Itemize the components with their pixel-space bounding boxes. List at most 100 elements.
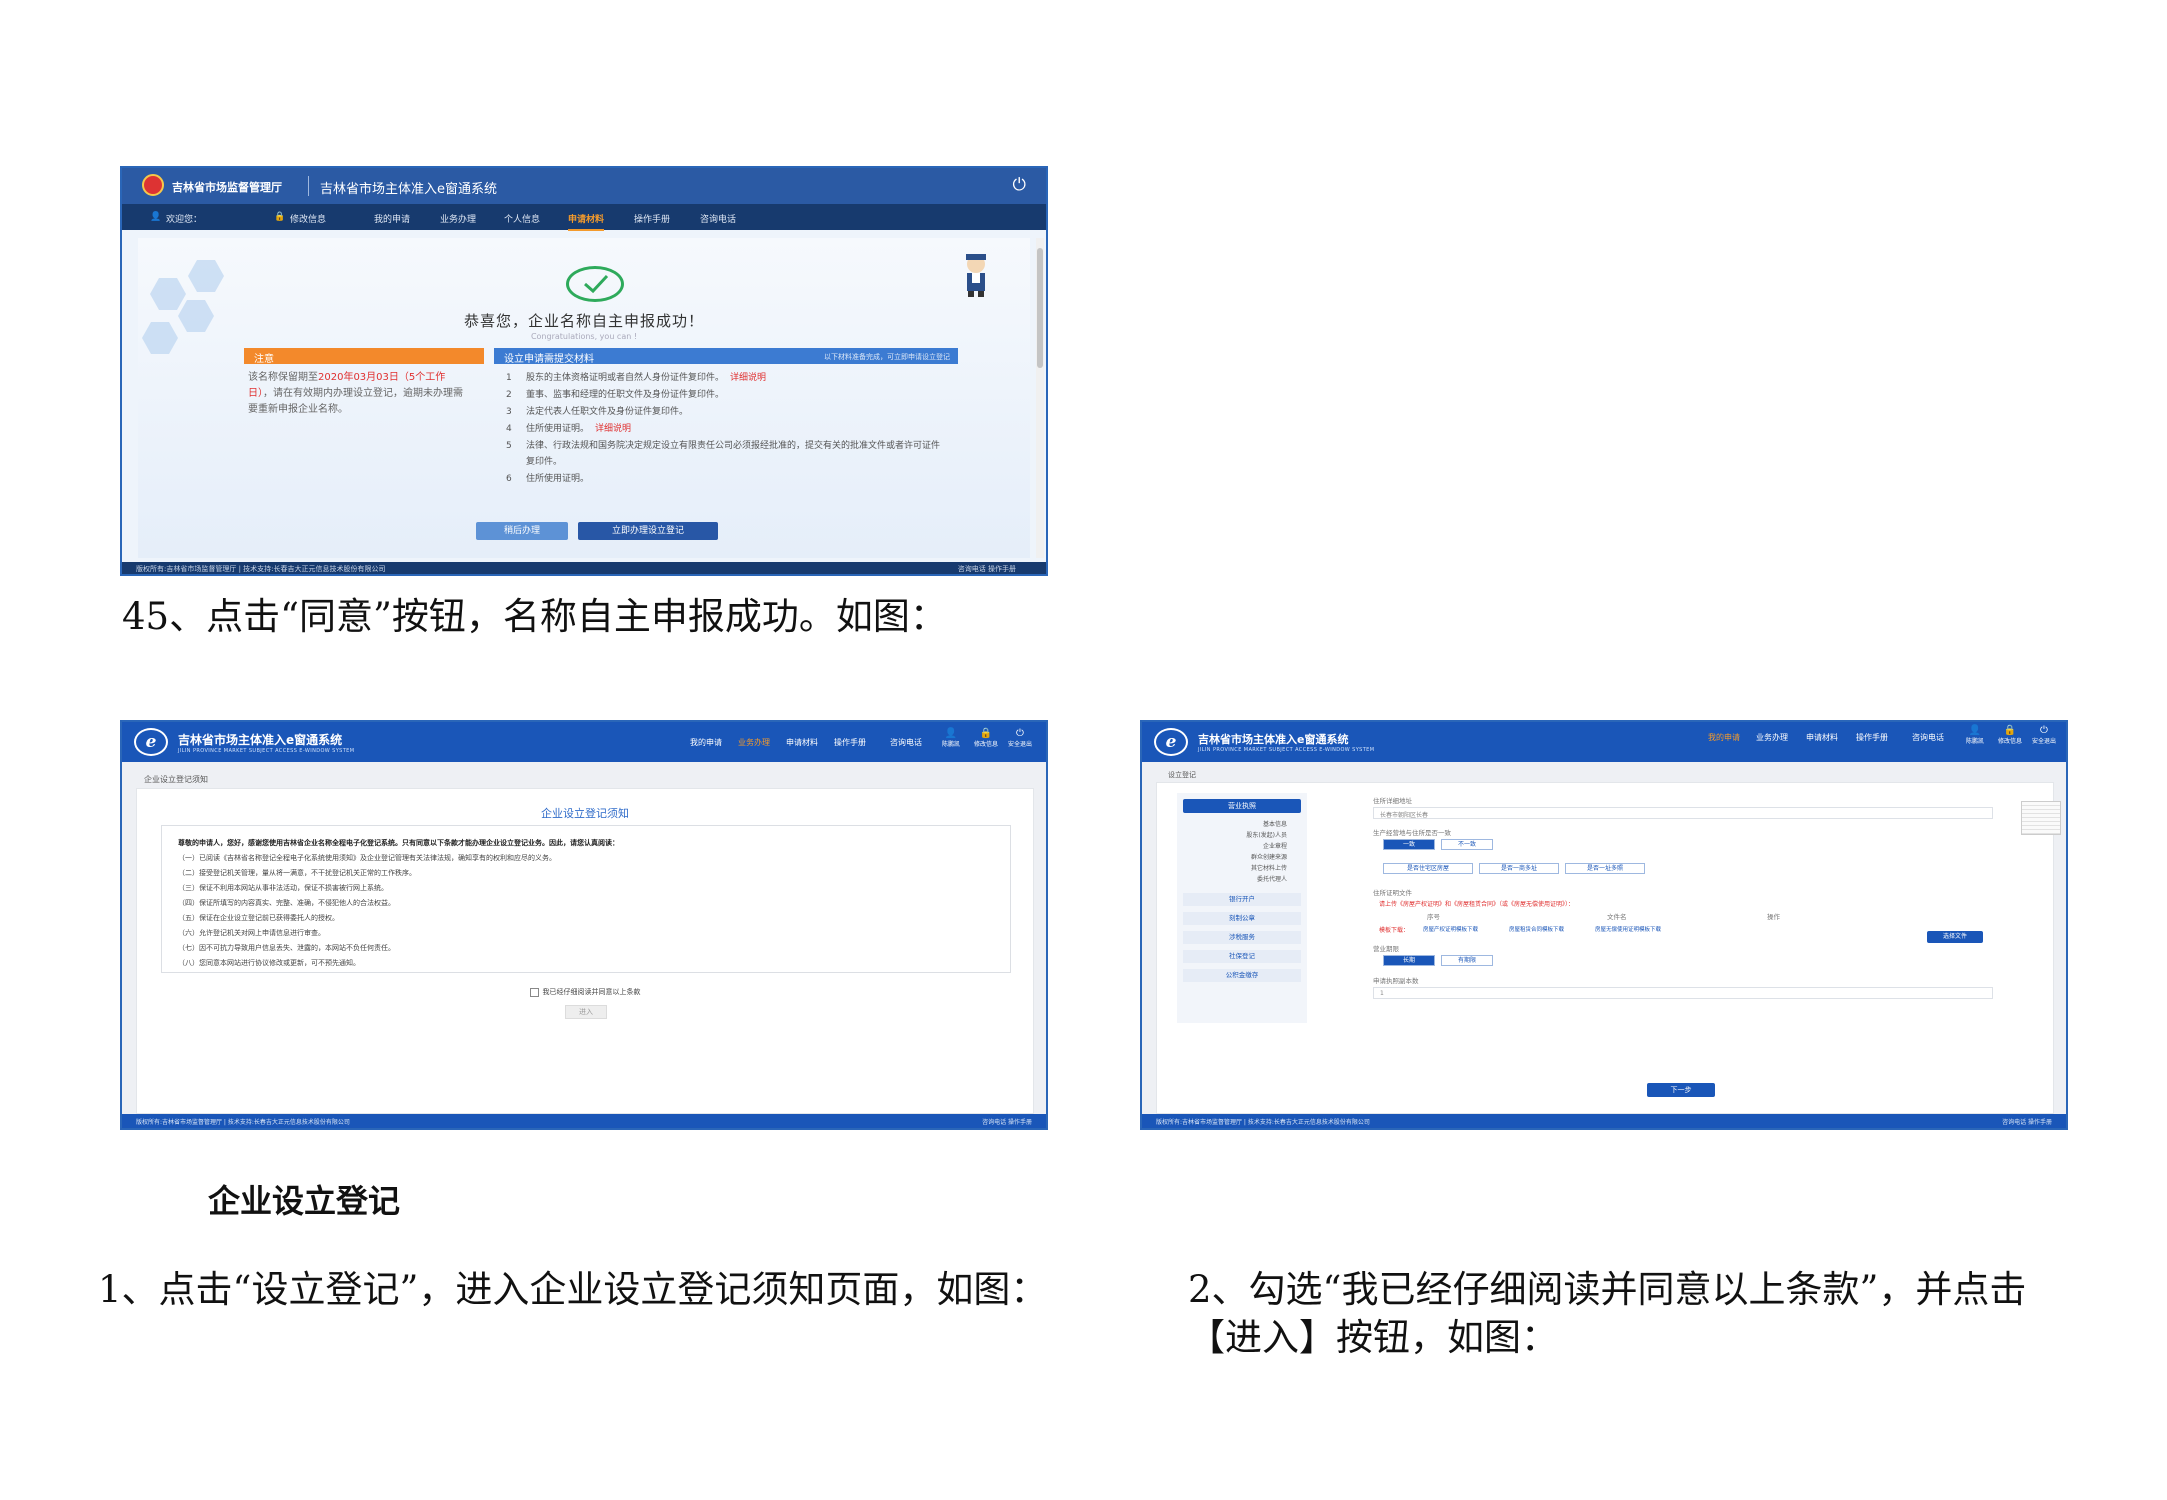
- nav-hotline[interactable]: 咨询电话: [890, 737, 922, 748]
- caption-step-2: 2、勾选“我已经仔细阅读并同意以上条款”，并点击【进入】按钮，如图：: [1188, 1268, 2027, 1359]
- footer-copyright: 版权所有:吉林省市场监督管理厅 | 技术支持:长春吉大正元信息技术股份有限公司: [136, 565, 386, 573]
- scrollbar-thumb[interactable]: [1037, 248, 1043, 368]
- label-same-address: 生产经营地与住所是否一致: [1373, 829, 1451, 837]
- agree-label[interactable]: 我已经仔细阅读并同意以上条款: [543, 988, 641, 996]
- nav-my-apps[interactable]: 我的申请: [374, 212, 410, 225]
- sidebar-sub-item[interactable]: 其它材料上传: [1251, 863, 1287, 872]
- sidebar-item-tax[interactable]: 涉税服务: [1183, 931, 1301, 944]
- header-bar: e 吉林省市场主体准入e窗通系统 JILIN PROVINCE MARKET S…: [122, 722, 1046, 762]
- agree-checkbox[interactable]: [529, 987, 539, 997]
- notice-header: 注意: [244, 348, 484, 365]
- term-item: （五）保证在企业设立登记前已获得委托人的授权。: [178, 914, 339, 922]
- next-button[interactable]: 下一步: [1647, 1083, 1715, 1097]
- enter-button[interactable]: 进入: [565, 1005, 607, 1019]
- notice-post: ，请在有效期内办理设立登记，逾期未办理需要重新申报企业名称。: [248, 388, 463, 415]
- item-text: 法律、行政法规和国务院决定规定设立有限责任公司必须报经批准的，提交有关的批准文件…: [526, 441, 941, 467]
- nav-hotline[interactable]: 咨询电话: [1912, 732, 1944, 743]
- register-now-button[interactable]: 立即办理设立登记: [578, 522, 718, 540]
- sidebar-sub-item[interactable]: 企业章程: [1263, 841, 1287, 850]
- system-subtitle: JILIN PROVINCE MARKET SUBJECT ACCESS E-W…: [1198, 747, 1375, 753]
- header-bar: 吉林省市场监督管理厅 吉林省市场主体准入e窗通系统 ⏻: [122, 168, 1046, 204]
- template-link[interactable]: 房屋无偿使用证明模板下载: [1595, 925, 1661, 933]
- mascot-icon: [958, 252, 994, 298]
- sidebar-sub-item[interactable]: 基本信息: [1263, 819, 1287, 828]
- user-label: 陈鹏凯: [1966, 738, 1985, 745]
- footer-links[interactable]: 咨询电话 操作手册: [982, 1117, 1032, 1126]
- term-item: （二）接受登记机关管理，量从将一满意，不干扰登记机关正常的工作秩序。: [178, 869, 416, 877]
- term-long-toggle[interactable]: 长期: [1383, 955, 1435, 966]
- logo-icon: e: [1154, 728, 1188, 756]
- user-button[interactable]: 👤 陈鹏凯: [1966, 725, 1984, 745]
- nav-edit-info[interactable]: 修改信息: [290, 212, 326, 225]
- edit-info-button[interactable]: 🔒 修改信息: [1998, 725, 2022, 745]
- multi-address-toggle[interactable]: 是否一商多址: [1479, 863, 1559, 874]
- header-bar: e 吉林省市场主体准入e窗通系统 JILIN PROVINCE MARKET S…: [1142, 722, 2066, 762]
- term-item: （七）因不可抗力导致用户信息丢失、泄露的，本网站不负任何责任。: [178, 944, 395, 952]
- same-yes-toggle[interactable]: 一致: [1383, 839, 1435, 850]
- user-button[interactable]: 👤 陈鹏凯: [942, 728, 960, 748]
- list-item: 1 股东的主体资格证明或者自然人身份证件复印件。 详细说明: [506, 370, 946, 386]
- nav-hotline[interactable]: 咨询电话: [700, 212, 736, 225]
- footer-links[interactable]: 咨询电话 操作手册: [958, 564, 1016, 574]
- sidebar-item-social[interactable]: 社保登记: [1183, 950, 1301, 963]
- item-text: 住所使用证明。: [526, 474, 590, 484]
- lock-icon: 🔒: [2003, 725, 2017, 736]
- term-item: （三）保证不利用本网站从事非法活动，保证不损害被行网上系统。: [178, 884, 388, 892]
- detail-link[interactable]: 详细说明: [730, 373, 766, 383]
- template-label: 模板下载：: [1379, 927, 1410, 934]
- nav-personal[interactable]: 个人信息: [504, 212, 540, 225]
- nav-business[interactable]: 业务办理: [738, 737, 770, 748]
- agree-row: 我已经仔细阅读并同意以上条款: [137, 987, 1033, 997]
- edit-info-button[interactable]: 🔒 修改信息: [974, 728, 998, 748]
- logout-button[interactable]: ⏻ 安全退出: [1008, 728, 1032, 748]
- screenshot-registration-form: e 吉林省市场主体准入e窗通系统 JILIN PROVINCE MARKET S…: [1140, 720, 2068, 1130]
- term-fixed-toggle[interactable]: 有期限: [1441, 955, 1493, 966]
- sidebar-sub-item[interactable]: 股东(发起)人员: [1246, 830, 1287, 839]
- col-header-seq: 序号: [1427, 913, 1440, 921]
- label-proof: 住所证明文件: [1373, 889, 1412, 897]
- nav-business[interactable]: 业务办理: [1756, 732, 1788, 743]
- later-button[interactable]: 稍后办理: [476, 522, 568, 540]
- breadcrumb: 设立登记: [1168, 771, 1196, 779]
- nav-business[interactable]: 业务办理: [440, 212, 476, 225]
- user-icon: 👤: [1968, 725, 1982, 736]
- step-sidebar: 营业执照 基本信息 股东(发起)人员 企业章程 群众创建来源 其它材料上传 委托…: [1177, 793, 1307, 1023]
- item-text: 法定代表人任职文件及身份证件复印件。: [526, 407, 689, 417]
- sidebar-item-bank[interactable]: 银行开户: [1183, 893, 1301, 906]
- terms-box: 尊敬的申请人，您好，感谢您使用吉林省企业名称全程电子化登记系统。只有同意以下条款…: [161, 825, 1011, 973]
- footer-links[interactable]: 咨询电话 操作手册: [2002, 1117, 2052, 1126]
- list-item: 4 住所使用证明。 详细说明: [506, 421, 946, 437]
- sidebar-item-license[interactable]: 营业执照: [1183, 799, 1301, 813]
- notice-body: 该名称保留期至2020年03月03日（5个工作日），请在有效期内办理设立登记，逾…: [248, 370, 464, 418]
- copies-field[interactable]: 1: [1373, 987, 1993, 999]
- power-icon[interactable]: ⏻: [1013, 175, 1026, 195]
- template-link[interactable]: 房屋租赁合同模板下载: [1509, 925, 1564, 933]
- multi-license-toggle[interactable]: 是否一址多照: [1565, 863, 1645, 874]
- national-emblem-icon: [142, 174, 164, 196]
- nav-manual[interactable]: 操作手册: [634, 212, 670, 225]
- sidebar-item-fund[interactable]: 公积金缴存: [1183, 969, 1301, 982]
- upload-button[interactable]: 选择文件: [1927, 931, 1983, 943]
- address-field[interactable]: 长春市朝阳区长春: [1373, 807, 1993, 819]
- user-icon: 👤: [150, 212, 162, 222]
- nav-my-apps[interactable]: 我的申请: [1708, 732, 1740, 743]
- footer-copyright: 版权所有:吉林省市场监督管理厅 | 技术支持:长春吉大正元信息技术股份有限公司: [136, 1119, 350, 1126]
- template-link[interactable]: 房屋产权证明模板下载: [1423, 925, 1478, 933]
- residential-toggle[interactable]: 是否住宅区房屋: [1383, 863, 1473, 874]
- nav-materials[interactable]: 申请材料: [1806, 732, 1838, 743]
- sidebar-sub-item[interactable]: 群众创建来源: [1251, 852, 1287, 861]
- caption-step-45: 45、点击“同意”按钮，名称自主申报成功。如图：: [122, 595, 947, 638]
- list-item: 6 住所使用证明。: [506, 471, 946, 487]
- nav-materials[interactable]: 申请材料: [568, 212, 605, 231]
- nav-manual[interactable]: 操作手册: [1856, 732, 1888, 743]
- nav-materials[interactable]: 申请材料: [786, 737, 818, 748]
- detail-link[interactable]: 详细说明: [595, 424, 631, 434]
- same-no-toggle[interactable]: 不一致: [1441, 839, 1493, 850]
- logout-label: 安全退出: [2032, 738, 2057, 745]
- sidebar-sub-item[interactable]: 委托代理人: [1257, 874, 1287, 883]
- scrollbar[interactable]: [1036, 238, 1044, 558]
- logout-button[interactable]: ⏻ 安全退出: [2032, 725, 2056, 745]
- nav-my-apps[interactable]: 我的申请: [690, 737, 722, 748]
- nav-manual[interactable]: 操作手册: [834, 737, 866, 748]
- sidebar-item-seal[interactable]: 刻制公章: [1183, 912, 1301, 925]
